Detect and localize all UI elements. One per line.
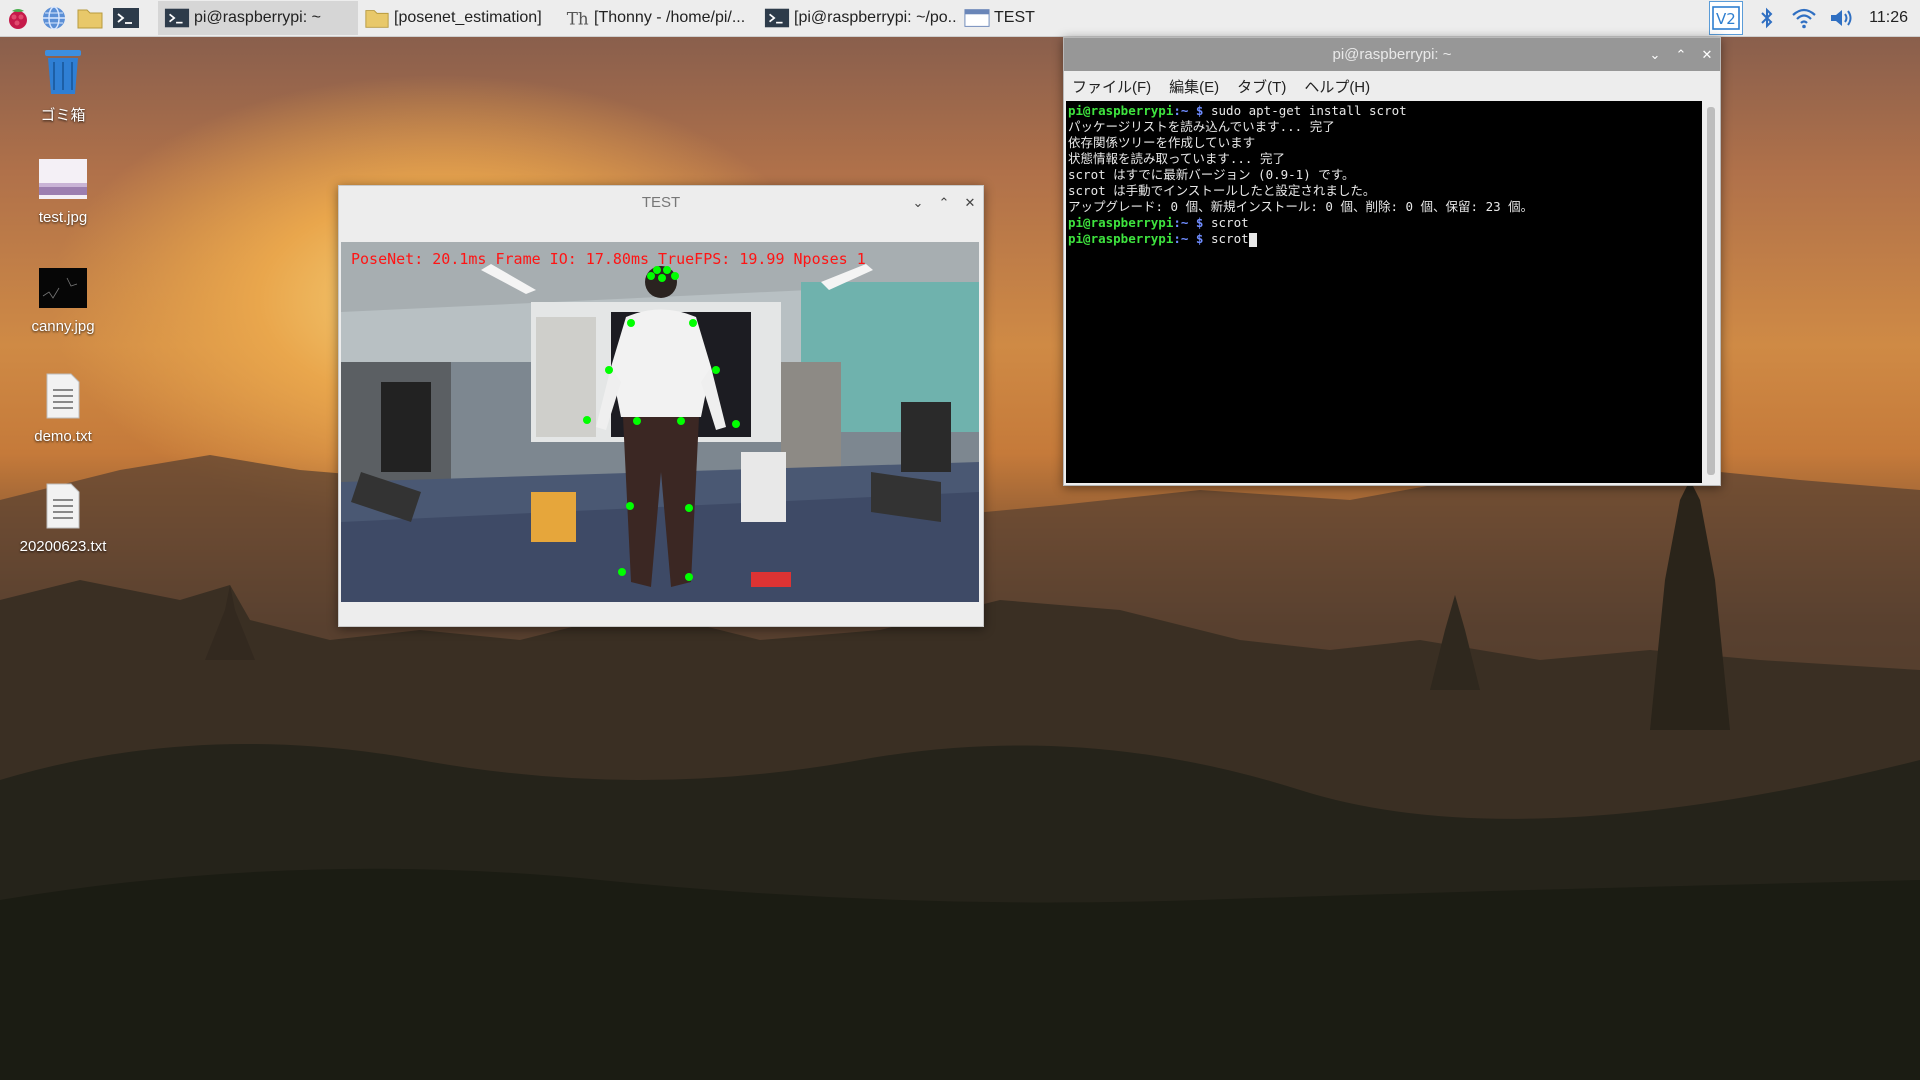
chevron-down-icon: ⌄ [912, 194, 924, 210]
chevron-up-icon: ⌃ [938, 194, 950, 210]
close-button[interactable]: ✕ [1700, 48, 1714, 62]
close-icon: ✕ [964, 194, 976, 210]
text-file-icon [46, 373, 80, 419]
svg-text:Th: Th [567, 9, 589, 29]
taskbar-item-terminal-home[interactable]: pi@raspberrypi: ~ [158, 1, 358, 35]
trash-icon [45, 50, 81, 94]
raspberry-icon [9, 9, 27, 29]
chevron-down-icon: ⌄ [1649, 47, 1661, 62]
desktop-icon-canny-jpg[interactable]: canny.jpg [8, 266, 118, 335]
text-file-icon [46, 483, 80, 529]
folder-icon [77, 9, 103, 29]
vnc-icon: V2 [1712, 6, 1740, 30]
terminal-line: パッケージリストを読み込んでいます... 完了 [1068, 119, 1335, 134]
taskbar-item-label: [posenet_estimation] [394, 9, 542, 26]
chevron-up-icon: ⌃ [1675, 47, 1687, 62]
folder-icon [365, 10, 389, 28]
terminal-output[interactable]: pi@raspberrypi:~ $ sudo apt-get install … [1066, 101, 1702, 483]
terminal-icon [764, 8, 790, 28]
terminal-line: アップグレード: 0 個、新規インストール: 0 個、削除: 0 個、保留: 2… [1068, 199, 1534, 214]
desktop-icon-trash[interactable]: ゴミ箱 [8, 44, 118, 125]
bluetooth-button[interactable] [1749, 6, 1785, 30]
terminal-menubar: ファイル(F) 編集(E) タブ(T) ヘルプ(H) [1064, 71, 1720, 101]
taskbar-item-label: [pi@raspberrypi: ~/po... [794, 9, 958, 26]
file-manager-launcher[interactable] [72, 0, 108, 36]
terminal-icon [164, 8, 190, 28]
pose-stats-overlay: PoseNet: 20.1ms Frame IO: 17.80ms TrueFP… [351, 250, 866, 268]
scrollbar-thumb[interactable] [1707, 107, 1715, 475]
svg-text:V2: V2 [1716, 10, 1736, 28]
terminal-line: pi@raspberrypi:~ $ scrot [1068, 231, 1700, 247]
globe-icon [43, 6, 65, 30]
desktop-icon-test-jpg[interactable]: test.jpg [8, 157, 118, 226]
taskbar-item-file-manager[interactable]: [posenet_estimation] [358, 1, 558, 35]
test-window: TEST ⌄ ⌃ ✕ PoseNet: 20.1ms Frame IO: 17.… [338, 185, 984, 627]
desktop-icon-label: canny.jpg [31, 318, 95, 335]
raspberry-menu-button[interactable] [0, 0, 36, 36]
terminal-launcher[interactable] [108, 0, 144, 36]
thonny-icon: Th [567, 9, 589, 29]
terminal-cursor [1248, 232, 1257, 247]
terminal-line: scrot は手動でインストールしたと設定されました。 [1068, 183, 1376, 198]
minimize-button[interactable]: ⌄ [911, 195, 925, 209]
terminal-scrollbar[interactable] [1704, 101, 1718, 483]
close-icon: ✕ [1701, 47, 1713, 62]
wifi-button[interactable] [1785, 7, 1823, 29]
taskbar-item-label: [Thonny - /home/pi/... [594, 9, 746, 26]
terminal-line: 状態情報を読み取っています... 完了 [1068, 151, 1285, 166]
taskbar-item-thonny[interactable]: Th [Thonny - /home/pi/... [558, 1, 758, 35]
terminal-window: pi@raspberrypi: ~ ⌄ ⌃ ✕ ファイル(F) 編集(E) タブ… [1063, 37, 1721, 486]
menu-edit[interactable]: 編集(E) [1169, 76, 1219, 97]
close-button[interactable]: ✕ [963, 195, 977, 209]
system-tray: V2 11:26 [1709, 0, 1920, 36]
vnc-button[interactable]: V2 [1709, 1, 1744, 35]
terminal-line: pi@raspberrypi:~ $ sudo apt-get install … [1068, 103, 1407, 118]
image-file-icon [39, 268, 87, 308]
taskbar-item-label: TEST [994, 9, 1035, 26]
desktop-icon-label: ゴミ箱 [40, 107, 86, 124]
test-window-titlebar[interactable]: TEST ⌄ ⌃ ✕ [339, 186, 983, 218]
desktop-icon-label: 20200623.txt [19, 538, 107, 555]
desktop-icon-20200623-txt[interactable]: 20200623.txt [8, 482, 118, 555]
pose-estimation-image [341, 242, 979, 602]
window-title: TEST [641, 193, 681, 211]
menu-file[interactable]: ファイル(F) [1072, 76, 1151, 97]
terminal-titlebar[interactable]: pi@raspberrypi: ~ ⌄ ⌃ ✕ [1064, 38, 1720, 71]
minimize-button[interactable]: ⌄ [1648, 48, 1662, 62]
camera-feed: PoseNet: 20.1ms Frame IO: 17.80ms TrueFP… [341, 242, 979, 602]
desktop-icon-label: demo.txt [34, 428, 92, 445]
desktop-icon-demo-txt[interactable]: demo.txt [8, 372, 118, 445]
terminal-line: 依存関係ツリーを作成しています [1068, 135, 1256, 150]
wifi-icon [1792, 8, 1816, 29]
image-file-icon [39, 159, 87, 199]
volume-icon [1831, 10, 1852, 26]
volume-button[interactable] [1823, 7, 1861, 29]
menu-tabs[interactable]: タブ(T) [1237, 76, 1286, 97]
terminal-icon [113, 8, 139, 28]
terminal-line: pi@raspberrypi:~ $ scrot [1068, 215, 1249, 230]
window-icon [964, 9, 990, 27]
desktop-icon-label: test.jpg [38, 209, 88, 226]
terminal-line: scrot はすでに最新バージョン (0.9-1) です。 [1068, 167, 1355, 182]
maximize-button[interactable]: ⌃ [1674, 48, 1688, 62]
menu-help[interactable]: ヘルプ(H) [1304, 76, 1370, 97]
bluetooth-icon [1761, 7, 1773, 29]
clock[interactable]: 11:26 [1869, 9, 1908, 27]
maximize-button[interactable]: ⌃ [937, 195, 951, 209]
window-title: pi@raspberrypi: ~ [1332, 46, 1452, 63]
top-panel: pi@raspberrypi: ~ [posenet_estimation] T… [0, 0, 1920, 37]
taskbar-item-label: pi@raspberrypi: ~ [194, 9, 321, 26]
taskbar-item-terminal-posenet[interactable]: [pi@raspberrypi: ~/po... [758, 1, 958, 35]
taskbar-item-test[interactable]: TEST [958, 1, 1158, 35]
web-browser-launcher[interactable] [36, 0, 72, 36]
